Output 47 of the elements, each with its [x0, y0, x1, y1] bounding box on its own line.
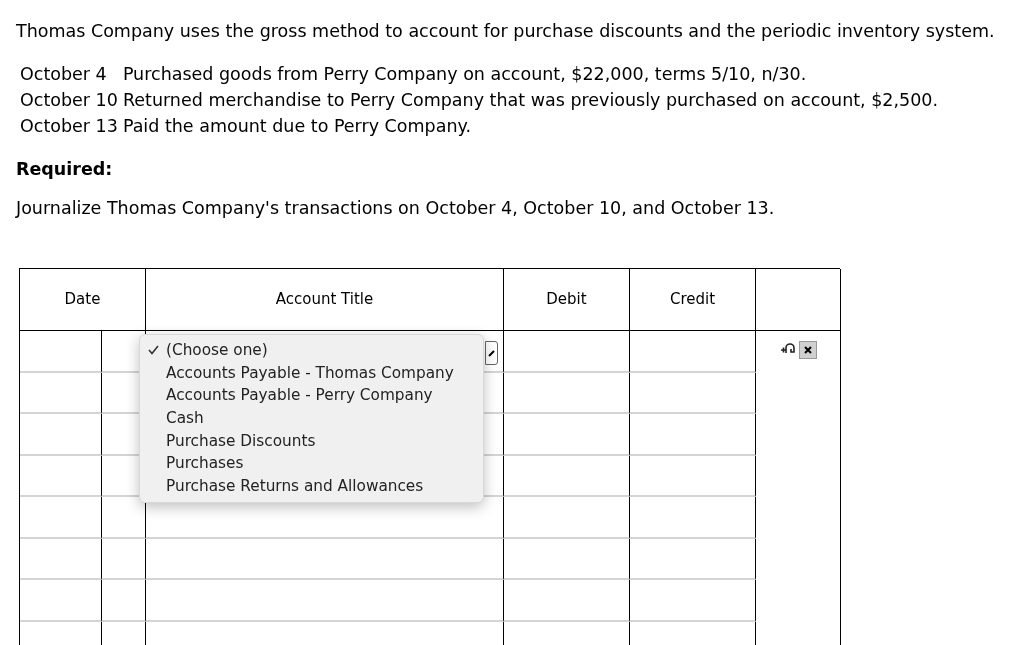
transaction-date: October 13	[20, 115, 118, 138]
table-cell[interactable]	[102, 538, 146, 580]
delete-button[interactable]	[798, 341, 817, 359]
dropdown-option[interactable]: Accounts Payable - Thomas Company	[140, 361, 483, 385]
column-header: Account Title	[146, 269, 504, 331]
table-cell[interactable]	[20, 414, 102, 456]
table-cell[interactable]	[20, 455, 102, 497]
column-header: Credit	[630, 269, 756, 331]
table-cell[interactable]	[146, 538, 504, 580]
table-cell[interactable]	[630, 331, 756, 373]
transaction-date: October 10	[20, 89, 118, 112]
dropdown-option[interactable]: Accounts Payable - Perry Company	[140, 384, 483, 408]
table-cell[interactable]	[20, 331, 102, 373]
table-cell[interactable]	[630, 538, 756, 580]
transaction-text: Paid the amount due to Perry Company.	[122, 115, 472, 138]
table-cell[interactable]	[504, 497, 630, 539]
table-cell[interactable]	[504, 414, 630, 456]
intro-text: Thomas Company uses the gross method to account for purchase discounts and the periodic inventory system.	[16, 20, 996, 42]
table-cell[interactable]	[504, 331, 630, 373]
table-cell[interactable]	[630, 455, 756, 497]
dropdown-option[interactable]: Purchase Discounts	[140, 429, 483, 453]
table-cell[interactable]	[504, 455, 630, 497]
transaction-text: Returned merchandise to Perry Company that was previously purchased on account, $2,500.	[122, 89, 940, 112]
dropdown-option[interactable]: Purchase Returns and Allowances	[140, 475, 483, 498]
transaction-text: Purchased goods from Perry Company on account, $22,000, terms 5/10, n/30.	[122, 63, 808, 86]
column-header: Date	[20, 269, 146, 331]
table-cell[interactable]	[504, 580, 630, 622]
dropdown-option[interactable]: Cash	[140, 407, 483, 430]
table-cell[interactable]	[20, 372, 102, 414]
column-header: Debit	[504, 269, 630, 331]
table-cell[interactable]	[630, 372, 756, 414]
table-cell[interactable]	[504, 372, 630, 414]
table-cell[interactable]	[20, 580, 102, 622]
close-icon	[803, 346, 812, 354]
instruction-text: Journalize Thomas Company's transactions on October 4, October 10, and October 13.	[16, 197, 776, 219]
table-cell[interactable]	[146, 580, 504, 622]
table-cell[interactable]	[20, 538, 102, 580]
dropdown-option[interactable]: (Choose one)	[140, 339, 483, 362]
table-cell[interactable]	[630, 414, 756, 456]
table-cell[interactable]	[102, 580, 146, 622]
required-label: Required:	[16, 158, 114, 180]
dropdown-option[interactable]: Purchases	[140, 452, 483, 476]
table-cell[interactable]	[20, 497, 102, 539]
transaction-date: October 4	[20, 63, 108, 86]
table-cell[interactable]	[504, 538, 630, 580]
table-cell[interactable]	[630, 497, 756, 539]
table-cell[interactable]	[630, 580, 756, 622]
